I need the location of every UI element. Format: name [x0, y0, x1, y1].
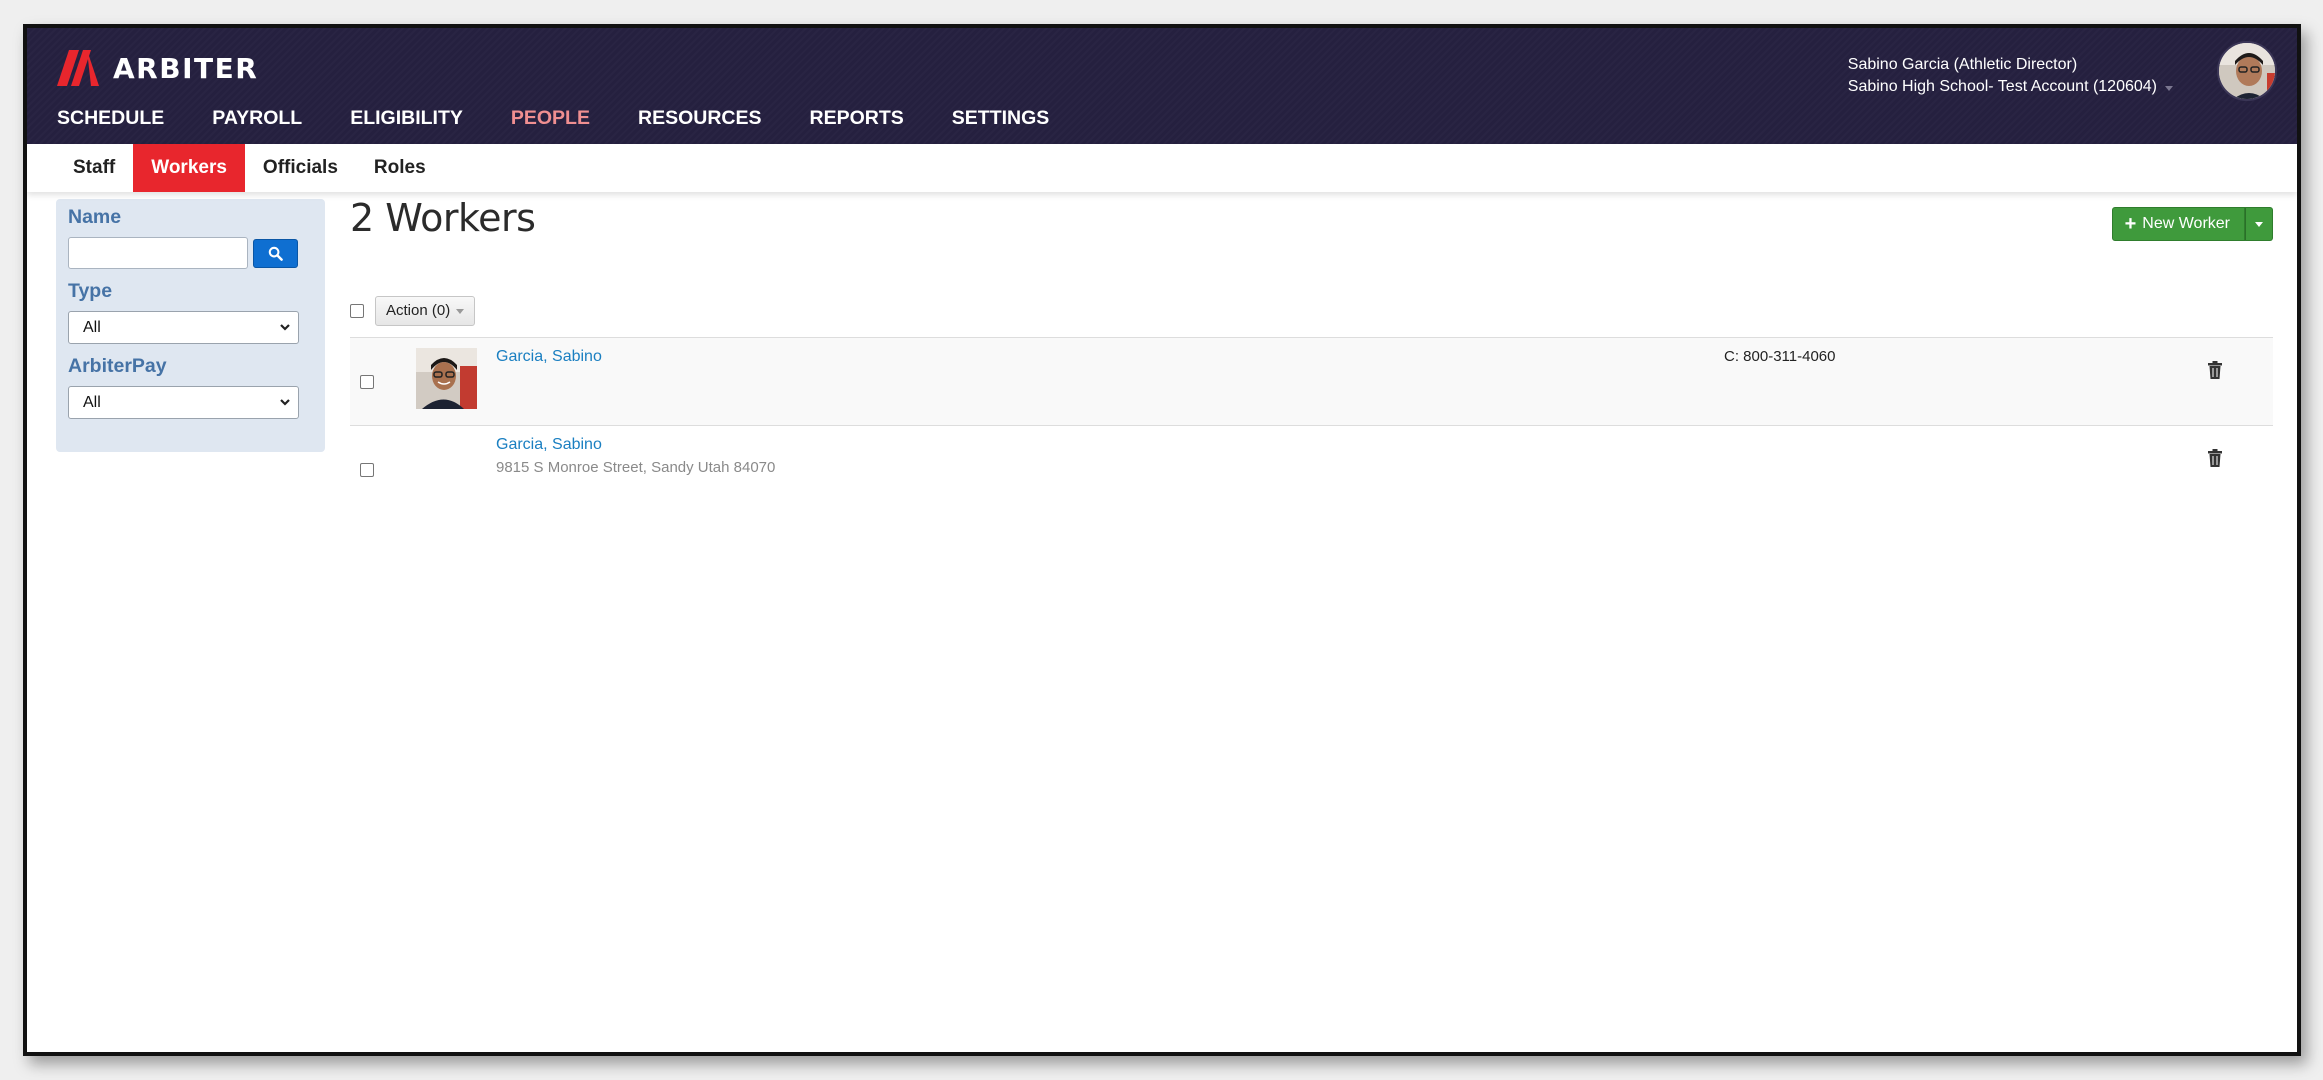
trash-icon: [2208, 361, 2222, 379]
type-select-value: All: [83, 319, 101, 336]
tab-staff[interactable]: Staff: [55, 144, 133, 192]
page-title: 2 Workers: [350, 196, 536, 240]
tab-officials[interactable]: Officials: [245, 144, 356, 192]
brand-logo[interactable]: ARBITER: [57, 48, 258, 88]
chevron-down-icon: [456, 308, 465, 314]
action-label: Action (0): [386, 302, 451, 319]
tab-workers[interactable]: Workers: [133, 144, 245, 192]
school-name: Sabino High School- Test Account (120604…: [1847, 78, 2157, 95]
brand-name: ARBITER: [113, 51, 259, 85]
action-dropdown-button[interactable]: Action (0): [375, 296, 476, 326]
nav-eligibility[interactable]: ELIGIBILITY: [350, 107, 463, 130]
worker-photo: [416, 348, 477, 409]
worker-name-link[interactable]: Garcia, Sabino: [496, 436, 602, 454]
arbiterpay-filter-label: ArbiterPay: [68, 355, 167, 377]
chevron-down-icon: [280, 324, 290, 331]
delete-button[interactable]: [2207, 448, 2223, 468]
nav-payroll[interactable]: PAYROLL: [212, 107, 302, 130]
delete-button[interactable]: [2207, 360, 2223, 380]
table-row: Garcia, Sabino 9815 S Monroe Street, San…: [350, 425, 2273, 513]
select-all-checkbox[interactable]: [350, 304, 364, 318]
chevron-down-icon: [2165, 85, 2173, 91]
user-name: Sabino Garcia (Athletic Director): [1847, 56, 2078, 73]
arbiterpay-select-value: All: [83, 394, 101, 411]
nav-schedule[interactable]: SCHEDULE: [57, 107, 164, 130]
nav-settings[interactable]: SETTINGS: [952, 107, 1050, 130]
nav-reports[interactable]: REPORTS: [810, 107, 904, 130]
new-worker-dropdown-toggle[interactable]: [2245, 207, 2273, 241]
bulk-action-bar: Action (0): [350, 296, 476, 326]
worker-name-link[interactable]: Garcia, Sabino: [496, 348, 602, 366]
search-button[interactable]: [253, 238, 298, 268]
top-header: ARBITER SCHEDULE PAYROLL ELIGIBILITY PEO…: [27, 28, 2297, 144]
row-checkbox[interactable]: [360, 463, 374, 477]
worker-phone: C: 800-311-4060: [1724, 348, 1836, 365]
people-subnav: Staff Workers Officials Roles: [27, 144, 2297, 192]
chevron-down-icon: [2255, 221, 2263, 227]
main-nav: SCHEDULE PAYROLL ELIGIBILITY PEOPLE RESO…: [57, 107, 1097, 130]
tab-roles[interactable]: Roles: [356, 144, 444, 192]
row-checkbox[interactable]: [360, 375, 374, 389]
nav-people[interactable]: PEOPLE: [511, 107, 590, 130]
type-select[interactable]: All: [68, 311, 299, 344]
new-worker-button-group: + New Worker: [2111, 207, 2273, 241]
arbiter-logo-icon: [57, 50, 103, 86]
type-filter-label: Type: [68, 280, 113, 302]
filter-panel: Name Type All ArbiterPay All: [56, 199, 325, 452]
arbiterpay-select[interactable]: All: [68, 386, 299, 419]
nav-resources[interactable]: RESOURCES: [638, 107, 762, 130]
new-worker-button[interactable]: + New Worker: [2111, 207, 2245, 241]
name-filter-label: Name: [68, 206, 122, 228]
avatar[interactable]: [2217, 41, 2277, 101]
trash-icon: [2208, 449, 2222, 467]
worker-address: 9815 S Monroe Street, Sandy Utah 84070: [496, 459, 776, 476]
account-menu[interactable]: Sabino Garcia (Athletic Director) Sabino…: [1848, 54, 2173, 98]
chevron-down-icon: [280, 399, 290, 406]
plus-icon: +: [2124, 213, 2137, 235]
new-worker-label: New Worker: [2142, 215, 2230, 232]
name-search-input[interactable]: [68, 237, 248, 269]
workers-list: Garcia, Sabino C: 800-311-4060 Garcia, S: [350, 337, 2273, 513]
search-icon: [268, 246, 283, 261]
app-window: ARBITER SCHEDULE PAYROLL ELIGIBILITY PEO…: [23, 24, 2301, 1056]
table-row: Garcia, Sabino C: 800-311-4060: [350, 337, 2273, 425]
